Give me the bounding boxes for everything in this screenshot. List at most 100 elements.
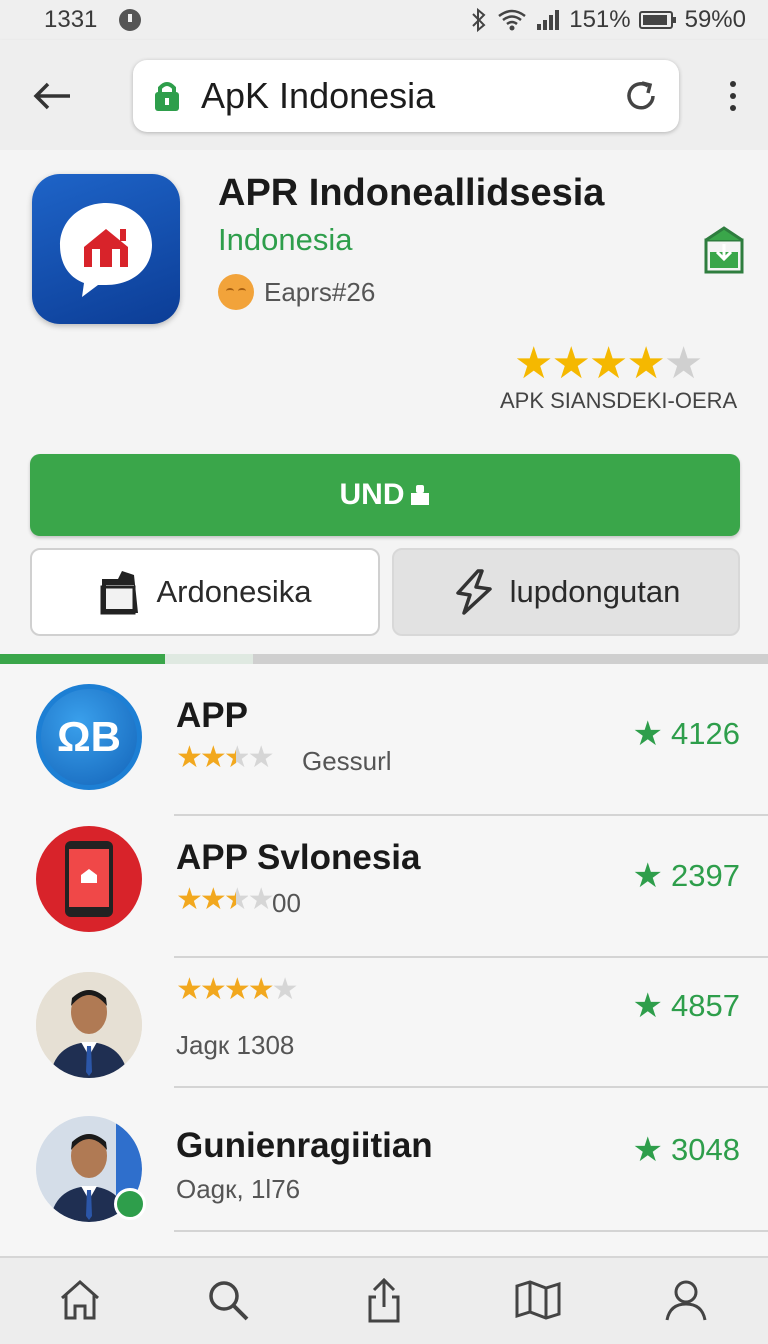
star-icon: ★ [176,973,203,1006]
battery-percent: 151% [569,6,631,33]
star-icon: ★ [588,339,628,388]
list-item[interactable]: ★★★★★ Jagк 1308 ★ 4857 [0,966,768,1108]
back-button[interactable] [28,76,76,116]
item-count-value: 4126 [671,716,740,751]
green-star-icon: ★ [632,1131,664,1169]
signal-percent: 59%0 [684,6,746,33]
lock-icon [153,79,181,113]
arrow-left-icon [33,82,70,110]
green-star-icon: ★ [632,857,664,895]
browser-toolbar: ApK Indonesia [0,40,768,150]
related-apps-list: ΩB APP ★★★★ Gessurl ★ 4126 APP Svlonesia… [0,664,768,1260]
signal-icon [535,8,561,32]
star-icon: ★ [514,339,553,388]
divider [174,814,768,816]
update-label: lupdongutan [509,574,681,609]
nav-profile-button[interactable] [662,1276,710,1324]
ab-logo-icon: ΩB [36,684,142,790]
app-meta-text: Eaprs#26 [264,276,376,307]
item-rating-count: ★ 4126 [633,714,740,754]
app-meta: Eaprs#26 [218,274,375,310]
star-icon: ★ [199,883,227,916]
install-lock-icon [410,485,429,505]
tab-secondary-indicator[interactable] [165,654,253,664]
item-count-value: 4857 [671,988,740,1023]
rating-label: APK SIANSDEKI-OERA [500,388,738,413]
battery-icon [638,10,677,30]
nav-search-button[interactable] [204,1276,252,1324]
lightning-icon [455,569,492,615]
nav-share-button[interactable] [360,1276,408,1324]
app-header: APR Indoneallidsesia Indonesia Eaprs#26 … [0,150,768,660]
green-star-icon: ★ [632,715,664,753]
divider [174,1230,768,1232]
map-book-icon [515,1280,561,1320]
notification-icon [119,9,142,31]
star-icon: ★ [199,973,227,1006]
app-icon [32,174,180,324]
item-subtitle: Gessurl [302,746,392,776]
divider [174,956,768,958]
star-icon: ★ [176,883,203,916]
download-box-icon [704,226,744,274]
app-title: APR Indoneallidsesia [218,172,605,214]
green-star-icon: ★ [632,987,664,1025]
item-subtitle: Jagк 1308 [176,1030,295,1060]
item-stars: ★★★★ [176,882,275,917]
install-button[interactable]: UND [30,454,740,536]
star-icon: ★ [223,973,251,1006]
item-stars: ★★★★ [176,740,275,775]
save-app-button[interactable] [704,226,744,276]
bottom-navigation [0,1256,768,1344]
dot-icon [730,93,736,99]
phone-icon [65,841,113,917]
star-icon: ★ [247,973,275,1006]
open-app-label: Ardonesika [156,574,312,609]
open-app-button[interactable]: Ardonesika [30,548,380,636]
list-item[interactable]: Gunienragiitian Oagк, 1l76 ★ 3048 [0,1112,768,1254]
status-time: 1331 [44,6,98,33]
item-title: Gunienragiitian [176,1126,433,1165]
app-rating-stars: ★★★★★ [514,338,703,389]
item-title: APP [176,696,248,735]
item-count-value: 3048 [671,1132,740,1167]
reload-icon [627,81,655,110]
person-avatar [36,972,142,1078]
online-status-icon [114,1188,146,1220]
dot-icon [730,81,736,87]
star-icon: ★ [271,973,299,1006]
star-icon: ★ [223,883,251,916]
item-rating-count: ★ 2397 [633,856,740,896]
url-text: ApK Indonesia [201,75,436,116]
list-item[interactable]: ΩB APP ★★★★ Gessurl ★ 4126 [0,680,768,822]
divider [174,1086,768,1088]
list-item[interactable]: APP Svlonesia ★★★★ 00 ★ 2397 [0,822,768,964]
address-bar[interactable]: ApK Indonesia [133,60,679,132]
home-chat-logo-icon [60,203,152,297]
dot-icon [730,105,736,111]
share-icon [368,1277,400,1323]
app-developer-link[interactable]: Indonesia [218,222,352,258]
star-icon: ★ [663,339,703,388]
person-photo-icon [36,972,142,1078]
nav-library-button[interactable] [514,1276,562,1324]
reload-button[interactable] [619,74,663,118]
bluetooth-icon [469,7,489,33]
profile-icon [665,1280,707,1321]
smiley-icon [218,274,254,310]
item-stars: ★★★★★ [176,972,299,1007]
tab-active-indicator[interactable] [0,654,165,664]
star-icon: ★ [626,339,665,388]
item-title: APP Svlonesia [176,838,421,877]
star-icon: ★ [176,741,203,774]
nav-home-button[interactable] [56,1276,104,1324]
status-bar: 1331 151% 59%0 [0,0,768,40]
star-icon: ★ [247,741,275,774]
item-subtitle: 00 [272,888,301,918]
update-button[interactable]: lupdongutan [392,548,740,636]
tab-indicator-bar [0,654,768,664]
install-label: UND [339,478,405,511]
overflow-menu-button[interactable] [716,74,750,118]
star-icon: ★ [247,883,275,916]
search-icon [209,1281,249,1321]
